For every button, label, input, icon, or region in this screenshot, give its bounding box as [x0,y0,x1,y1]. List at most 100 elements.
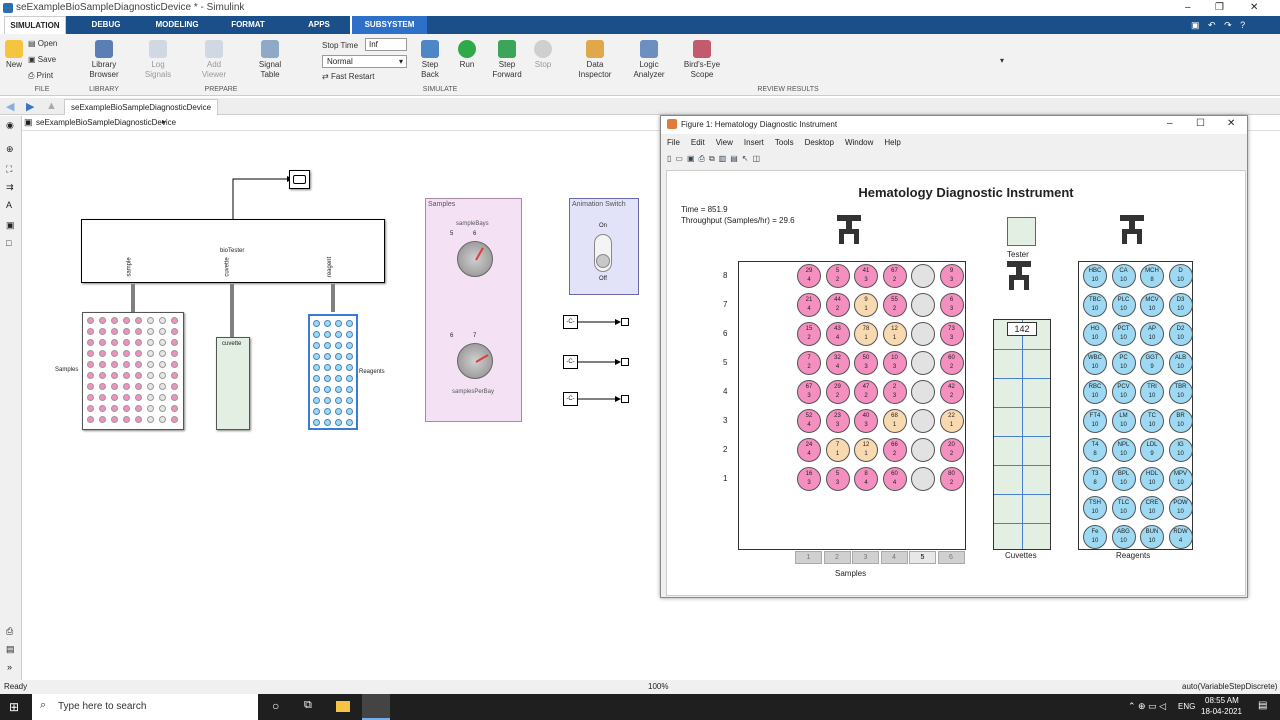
stop-button[interactable]: Stop [532,40,554,70]
zoom-icon[interactable]: ⊕ [6,144,14,155]
restore-button[interactable]: ❐ [1215,0,1224,16]
terminator-block[interactable] [621,318,629,326]
back-arrow-icon[interactable]: ◀ [6,100,14,113]
up-arrow-icon[interactable]: ▲ [46,100,57,112]
constant-block[interactable]: -C- [563,392,578,406]
figure-window[interactable]: Figure 1: Hematology Diagnostic Instrume… [660,115,1248,598]
notification-icon[interactable]: ▤ [1258,700,1267,711]
menu-view[interactable]: View [716,138,733,147]
biotester-block[interactable]: bioTester sample cuvette reagent [81,219,385,283]
samples-block[interactable] [82,312,184,430]
matlab-taskbar-icon[interactable] [362,694,390,720]
solver-info[interactable]: auto(VariableStepDiscrete) [1182,680,1277,694]
forward-arrow-icon[interactable]: ▶ [26,100,34,113]
bay-button[interactable]: 5 [909,551,936,564]
bay-button[interactable]: 1 [795,551,822,564]
tab-subsystem-block[interactable]: SUBSYSTEM BLOCK [352,16,427,47]
colorbar-icon[interactable]: ▥ [719,154,731,163]
expand-icon[interactable]: » [7,662,12,672]
menu-help[interactable]: Help [884,138,900,147]
save-button[interactable]: ▣ Save [28,55,78,65]
tab-apps[interactable]: APPS [288,16,350,34]
minimize-button[interactable]: – [1185,0,1191,16]
open-file-icon[interactable]: ▭ [675,154,687,163]
redo-icon[interactable]: ↷ [1224,20,1232,30]
hide-browser-icon[interactable]: ◉ [6,120,14,131]
image-icon[interactable]: ▣ [6,220,15,231]
menu-insert[interactable]: Insert [744,138,764,147]
menu-window[interactable]: Window [845,138,873,147]
model-browser-icon[interactable]: ▣ [24,117,33,128]
add-viewer-button[interactable]: Add Viewer [196,40,232,80]
step-back-button[interactable]: Step Back [418,40,442,80]
constant-block[interactable]: -C- [563,315,578,329]
samples-per-bay-knob[interactable] [457,343,493,379]
simulation-mode-select[interactable]: Normal ▾ [322,55,407,68]
language-indicator[interactable]: ENG [1178,702,1195,711]
task-view-icon[interactable]: ⧉ [304,699,312,712]
file-explorer-icon[interactable] [336,701,350,712]
birds-eye-scope-button[interactable]: Bird's-Eye Scope [682,40,722,80]
menu-desktop[interactable]: Desktop [805,138,834,147]
fast-restart-button[interactable]: ⇄ Fast Restart [322,72,402,82]
close-button[interactable]: ✕ [1250,0,1258,16]
save-icon[interactable]: ▣ [1191,20,1200,30]
help-icon[interactable]: ? [1240,20,1245,30]
scope-block[interactable] [289,170,310,189]
arrow-icon[interactable]: ⇉ [6,182,14,193]
model-tab[interactable]: seExampleBioSampleDiagnosticDevice [64,99,219,115]
undo-icon[interactable]: ↶ [1208,20,1216,30]
log-signals-button[interactable]: Log Signals [140,40,176,80]
legend-icon[interactable]: ▤ [730,154,742,163]
animation-switch-panel[interactable]: Animation Switch On Off [569,198,639,295]
tab-modeling[interactable]: MODELING [146,16,208,34]
sample-bays-knob[interactable] [457,241,493,277]
data-inspector-button[interactable]: Data Inspector [576,40,614,80]
bay-button[interactable]: 4 [880,551,908,564]
figure-close-button[interactable]: ✕ [1227,118,1235,129]
annotation-icon[interactable]: A [6,200,12,210]
clock-time[interactable]: 08:55 AM [1205,696,1239,705]
stop-time-input[interactable]: Inf [365,38,407,51]
windows-start-icon[interactable]: ⊞ [9,700,19,714]
figure-maximize-button[interactable]: ☐ [1196,118,1205,129]
bay-button[interactable]: 6 [937,551,965,564]
screenshot-icon[interactable]: ⎙ [6,626,13,637]
print-figure-icon[interactable]: ⎙ [699,154,709,163]
tab-format[interactable]: FORMAT [208,16,288,34]
system-tray-icons[interactable]: ⌃ ⊕ ▭ ◁ [1128,701,1166,712]
constant-block[interactable]: -C- [563,355,578,369]
open-button[interactable]: ▤ Open [28,39,78,49]
run-button[interactable]: Run [456,40,478,70]
link-icon[interactable]: ⧉ [709,154,719,163]
menu-tools[interactable]: Tools [775,138,794,147]
breadcrumb[interactable]: seExampleBioSampleDiagnosticDevice [36,118,176,127]
bay-button[interactable]: 2 [823,551,851,564]
animation-toggle[interactable] [594,234,612,272]
taskbar-search[interactable]: ⌕ Type here to search [32,694,258,720]
cuvette-block[interactable]: cuvette [216,337,250,430]
bay-button[interactable]: 3 [852,551,879,564]
tab-debug[interactable]: DEBUG [66,16,146,34]
reagents-block[interactable] [308,314,358,430]
pointer-icon[interactable]: ↖ [742,154,753,163]
ribbon-expand-icon[interactable]: ▾ [1000,56,1004,66]
figure-minimize-button[interactable]: – [1167,118,1173,129]
step-forward-button[interactable]: Step Forward [490,40,524,80]
logic-analyzer-button[interactable]: Logic Analyzer [630,40,668,80]
terminator-block[interactable] [621,395,629,403]
print-button[interactable]: ⎙ Print [28,71,78,81]
terminator-block[interactable] [621,358,629,366]
area-icon[interactable]: □ [6,238,11,248]
library-browser-button[interactable]: Library Browser [88,40,120,80]
cortana-icon[interactable]: ○ [272,699,279,713]
save-figure-icon[interactable]: ▣ [687,154,699,163]
signal-table-button[interactable]: Signal Table [252,40,288,80]
fit-view-icon[interactable]: ⛶ [6,164,12,175]
clock-date[interactable]: 18-04-2021 [1201,707,1242,716]
tab-simulation[interactable]: SIMULATION [4,16,66,34]
samples-knob-panel[interactable]: Samples sampleBays 5 6 samplesPerBay 6 7 [425,198,522,422]
property-icon[interactable]: ▤ [6,644,15,655]
new-button[interactable]: New [4,40,24,70]
property-editor-icon[interactable]: ◫ [752,154,764,163]
